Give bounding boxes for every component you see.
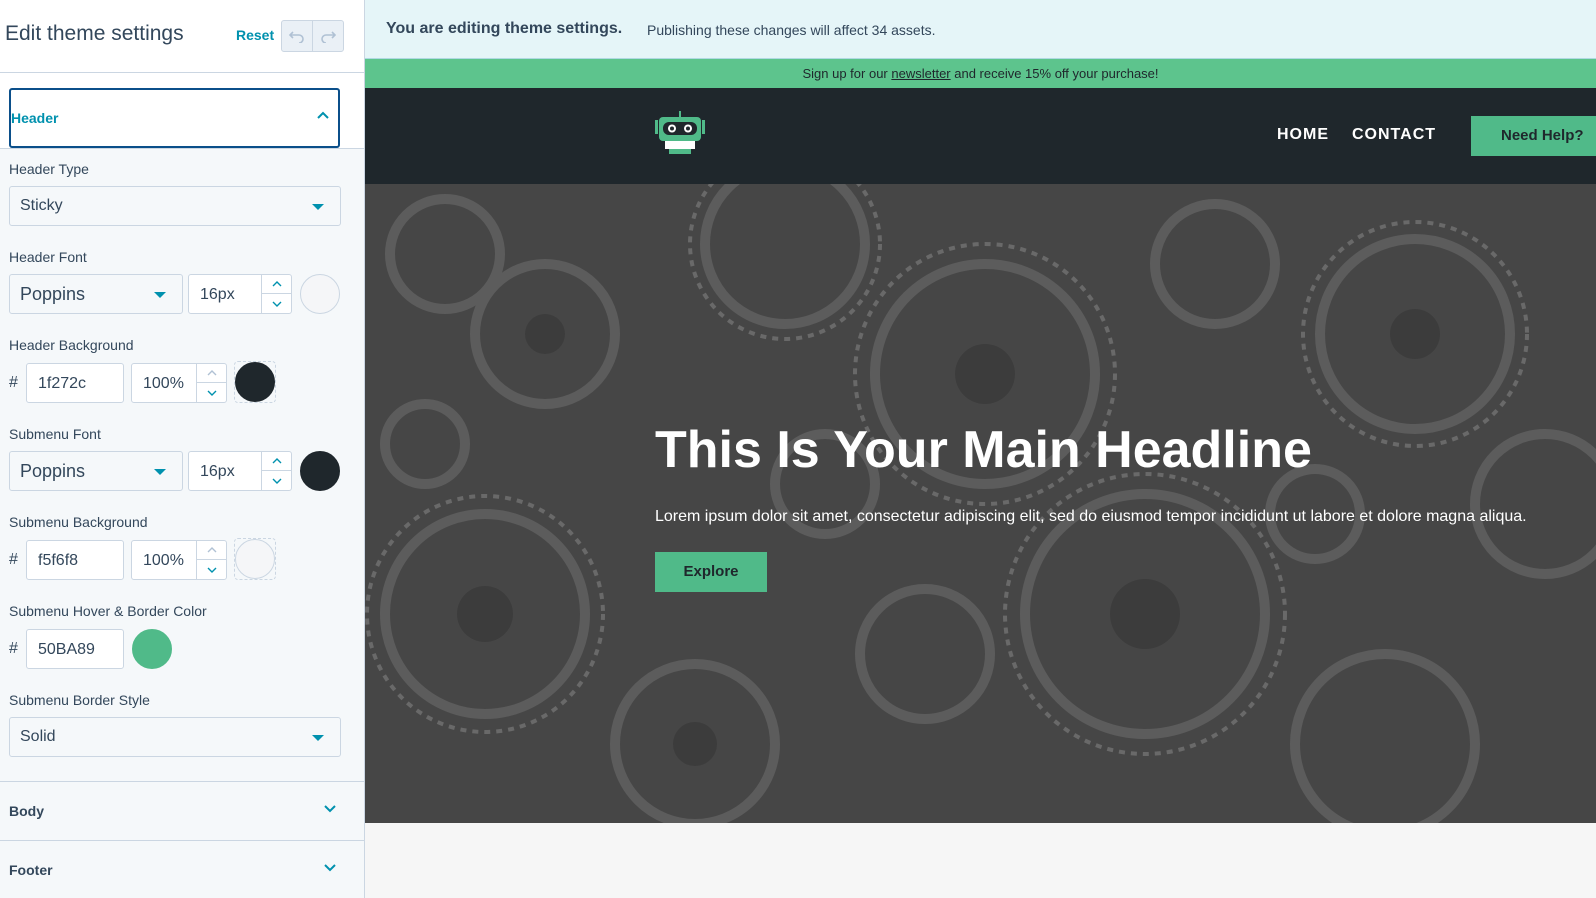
- header-background-color-swatch[interactable]: [235, 362, 275, 402]
- header-type-label: Header Type: [9, 161, 89, 177]
- body-section-label: Body: [9, 803, 44, 819]
- sidebar-header: Edit theme settings Reset: [0, 0, 364, 73]
- sidebar-title: Edit theme settings: [5, 22, 184, 45]
- increment-button[interactable]: [197, 541, 226, 560]
- decrement-button[interactable]: [197, 560, 226, 579]
- decrement-button[interactable]: [197, 383, 226, 402]
- chevron-down-icon: [207, 567, 216, 573]
- header-background-opacity-input[interactable]: 100%: [131, 363, 227, 403]
- chevron-down-icon: [272, 478, 281, 484]
- theme-settings-sidebar: Edit theme settings Reset Header Header …: [0, 0, 365, 898]
- submenu-background-hex-value: f5f6f8: [38, 552, 79, 569]
- newsletter-link[interactable]: newsletter: [891, 66, 950, 81]
- promo-text-start: Sign up for our: [802, 66, 892, 81]
- chevron-down-icon: [207, 390, 216, 396]
- submenu-font-family-select[interactable]: Poppins: [9, 451, 183, 491]
- submenu-background-hex-input[interactable]: f5f6f8: [26, 540, 124, 580]
- submenu-font-size-stepper: [261, 452, 291, 490]
- submenu-hover-hex-input[interactable]: 50BA89: [26, 629, 124, 669]
- need-help-button[interactable]: Need Help?: [1471, 116, 1596, 156]
- undo-icon: [288, 31, 304, 43]
- chevron-up-icon: [272, 458, 281, 464]
- chevron-up-icon: [317, 111, 329, 119]
- footer-section-toggle[interactable]: Footer: [0, 840, 364, 898]
- explore-button[interactable]: Explore: [655, 552, 767, 592]
- submenu-hover-label: Submenu Hover & Border Color: [9, 603, 207, 619]
- hero-headline: This Is Your Main Headline: [655, 421, 1312, 479]
- promo-text-end: and receive 15% off your purchase!: [950, 66, 1159, 81]
- reset-button[interactable]: Reset: [236, 27, 274, 43]
- header-font-size-input[interactable]: 16px: [188, 274, 292, 314]
- site-header: HOME CONTACT Need Help?: [365, 88, 1596, 184]
- opacity-stepper: [196, 364, 226, 402]
- caret-down-icon: [154, 292, 166, 298]
- header-font-size-value: 16px: [200, 286, 235, 303]
- chevron-up-icon: [207, 547, 216, 553]
- submenu-font-label: Submenu Font: [9, 426, 101, 442]
- submenu-border-style-select[interactable]: Solid: [9, 717, 341, 757]
- hero-body-text: Lorem ipsum dolor sit amet, consectetur …: [655, 508, 1527, 525]
- hash-prefix: #: [9, 374, 18, 391]
- submenu-border-style-value: Solid: [20, 728, 56, 745]
- nav-home[interactable]: HOME: [1277, 126, 1329, 144]
- chevron-up-icon: [272, 281, 281, 287]
- chevron-up-icon: [207, 370, 216, 376]
- body-section-toggle[interactable]: Body: [0, 781, 364, 840]
- header-section-label: Header: [11, 110, 59, 126]
- header-font-family-value: Poppins: [20, 284, 86, 304]
- increment-button[interactable]: [262, 452, 291, 471]
- caret-down-icon: [312, 735, 324, 741]
- header-type-value: Sticky: [20, 197, 63, 214]
- header-font-size-stepper: [261, 275, 291, 313]
- header-font-color-swatch[interactable]: [300, 274, 340, 314]
- promo-bar: Sign up for our newsletter and receive 1…: [365, 59, 1596, 88]
- editing-notice-message: Publishing these changes will affect 34 …: [647, 22, 936, 38]
- submenu-font-size-input[interactable]: 16px: [188, 451, 292, 491]
- increment-button[interactable]: [262, 275, 291, 294]
- header-font-label: Header Font: [9, 249, 87, 265]
- chevron-down-icon: [272, 301, 281, 307]
- hero-section: This Is Your Main Headline Lorem ipsum d…: [365, 184, 1596, 823]
- header-background-opacity-value: 100%: [143, 375, 184, 392]
- caret-down-icon: [154, 469, 166, 475]
- submenu-hover-hex-value: 50BA89: [38, 641, 95, 658]
- submenu-background-label: Submenu Background: [9, 514, 148, 530]
- hero-overlay: [365, 184, 1596, 823]
- robot-logo-icon[interactable]: [653, 110, 707, 156]
- increment-button[interactable]: [197, 364, 226, 383]
- chevron-down-icon: [324, 864, 336, 872]
- opacity-stepper: [196, 541, 226, 579]
- header-section-toggle[interactable]: Header: [9, 88, 340, 148]
- header-background-label: Header Background: [9, 337, 134, 353]
- below-hero-area: [365, 823, 1596, 898]
- redo-button[interactable]: [312, 21, 343, 51]
- submenu-hover-color-swatch[interactable]: [132, 629, 172, 669]
- submenu-border-style-label: Submenu Border Style: [9, 692, 150, 708]
- footer-section-label: Footer: [9, 862, 53, 878]
- submenu-font-size-value: 16px: [200, 463, 235, 480]
- submenu-background-opacity-input[interactable]: 100%: [131, 540, 227, 580]
- hash-prefix: #: [9, 640, 18, 657]
- decrement-button[interactable]: [262, 294, 291, 313]
- header-type-select[interactable]: Sticky: [9, 186, 341, 226]
- editing-notice-banner: You are editing theme settings. Publishi…: [365, 0, 1596, 59]
- redo-icon: [321, 31, 337, 43]
- chevron-down-icon: [324, 805, 336, 813]
- submenu-background-opacity-value: 100%: [143, 552, 184, 569]
- caret-down-icon: [312, 204, 324, 210]
- hash-prefix: #: [9, 551, 18, 568]
- header-background-hex-input[interactable]: 1f272c: [26, 363, 124, 403]
- submenu-background-color-swatch[interactable]: [235, 539, 275, 579]
- editing-notice-title: You are editing theme settings.: [386, 20, 623, 37]
- header-background-hex-value: 1f272c: [38, 375, 87, 392]
- nav-contact[interactable]: CONTACT: [1352, 126, 1436, 144]
- undo-redo-group: [281, 20, 344, 52]
- undo-button[interactable]: [282, 21, 312, 51]
- submenu-font-family-value: Poppins: [20, 461, 86, 481]
- submenu-font-color-swatch[interactable]: [300, 451, 340, 491]
- header-font-family-select[interactable]: Poppins: [9, 274, 183, 314]
- decrement-button[interactable]: [262, 471, 291, 490]
